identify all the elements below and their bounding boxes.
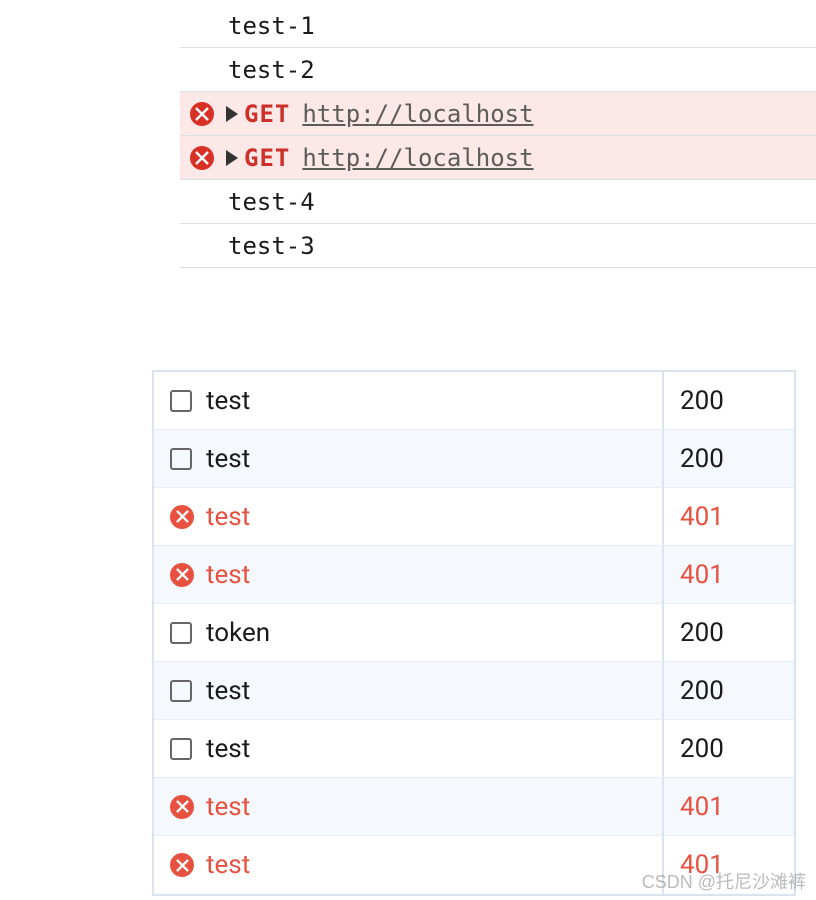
console-error-row[interactable]: GET http://localhost [180, 92, 816, 136]
resource-icon [170, 390, 192, 412]
http-method: GET [244, 100, 290, 128]
network-name-cell: test [154, 720, 664, 777]
console-panel: test-1 test-2 GET http://localhost GET h… [0, 0, 816, 268]
network-row[interactable]: test 200 [154, 720, 794, 778]
resource-icon [170, 622, 192, 644]
resource-name: test [206, 386, 250, 416]
console-log-row[interactable]: test-1 [180, 4, 816, 48]
log-text: test-2 [228, 56, 315, 84]
network-row[interactable]: test 401 [154, 488, 794, 546]
network-status-cell: 401 [664, 778, 794, 835]
log-text: test-4 [228, 188, 315, 216]
resource-icon [170, 738, 192, 760]
console-log-row[interactable]: test-4 [180, 180, 816, 224]
error-icon [170, 505, 194, 529]
error-icon [190, 102, 214, 126]
resource-name: test [206, 444, 250, 474]
http-method: GET [244, 144, 290, 172]
network-row[interactable]: test 401 [154, 546, 794, 604]
network-status-cell: 200 [664, 720, 794, 777]
console-log-row[interactable]: test-2 [180, 48, 816, 92]
resource-name: test [206, 502, 250, 532]
resource-name: test [206, 560, 250, 590]
network-name-cell: test [154, 430, 664, 487]
network-name-cell: test [154, 778, 664, 835]
error-icon [170, 853, 194, 877]
network-status-cell: 200 [664, 604, 794, 661]
request-url[interactable]: http://localhost [302, 100, 533, 128]
network-status-cell: 401 [664, 488, 794, 545]
watermark: CSDN @托尼沙滩裤 [642, 868, 806, 894]
network-name-cell: test [154, 372, 664, 429]
network-name-cell: test [154, 836, 664, 894]
error-icon [190, 146, 214, 170]
network-row[interactable]: test 200 [154, 662, 794, 720]
network-name-cell: test [154, 662, 664, 719]
resource-icon [170, 680, 192, 702]
resource-icon [170, 448, 192, 470]
network-row[interactable]: test 401 [154, 778, 794, 836]
log-text: test-1 [228, 12, 315, 40]
network-row[interactable]: token 200 [154, 604, 794, 662]
resource-name: test [206, 676, 250, 706]
resource-name: test [206, 792, 250, 822]
console-error-row[interactable]: GET http://localhost [180, 136, 816, 180]
log-text: test-3 [228, 232, 315, 260]
network-name-cell: test [154, 546, 664, 603]
network-name-cell: token [154, 604, 664, 661]
network-status-cell: 200 [664, 662, 794, 719]
resource-name: token [206, 618, 270, 648]
error-icon [170, 563, 194, 587]
expand-triangle-icon[interactable] [226, 150, 238, 166]
expand-triangle-icon[interactable] [226, 106, 238, 122]
network-status-cell: 401 [664, 546, 794, 603]
resource-name: test [206, 734, 250, 764]
network-status-cell: 200 [664, 372, 794, 429]
network-panel: test 200 test 200 test 401 test 401 [152, 370, 796, 896]
network-status-cell: 200 [664, 430, 794, 487]
request-url[interactable]: http://localhost [302, 144, 533, 172]
network-row[interactable]: test 200 [154, 372, 794, 430]
error-icon [170, 795, 194, 819]
resource-name: test [206, 850, 250, 880]
console-log-row[interactable]: test-3 [180, 224, 816, 268]
network-name-cell: test [154, 488, 664, 545]
network-row[interactable]: test 200 [154, 430, 794, 488]
